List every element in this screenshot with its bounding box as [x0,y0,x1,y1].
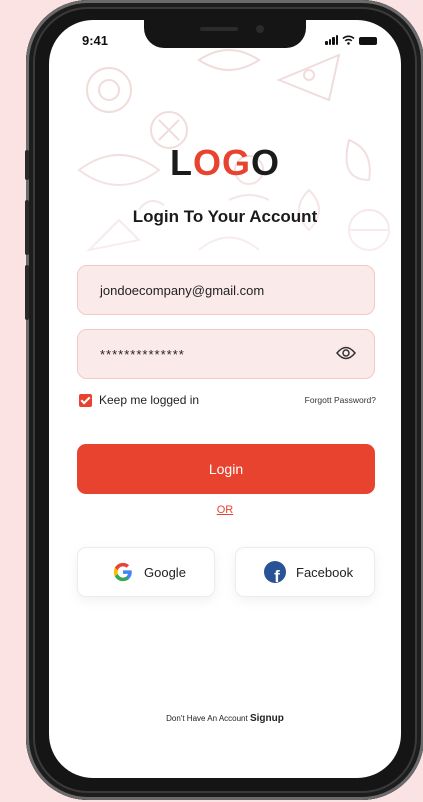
facebook-login-button[interactable]: f Facebook [235,547,375,597]
logo-letter: O [192,142,222,183]
signal-icon [325,35,338,45]
phone-side-button [25,150,29,180]
remember-me[interactable]: Keep me logged in [79,393,199,407]
signup-link[interactable]: Signup [250,713,284,724]
wifi-icon [342,35,355,45]
remember-label: Keep me logged in [99,393,200,407]
login-button[interactable]: Login [77,444,375,494]
signup-prompt-text: Don't Have An Account [166,714,248,723]
password-value: ************** [100,346,185,362]
forgot-password-link[interactable]: Forgott Password? [305,395,376,405]
brand-logo: LOGO [49,142,401,184]
email-field[interactable]: jondoecompany@gmail.com [77,265,375,315]
email-value: jondoecompany@gmail.com [100,282,265,298]
logo-letter: O [251,142,281,183]
signup-prompt: Don't Have An Account Signup [49,713,401,724]
phone-side-button [25,265,29,320]
facebook-label: Facebook [296,564,354,580]
phone-notch [144,20,306,48]
page-title: Login To Your Account [132,207,318,226]
password-field[interactable]: ************** [77,329,375,379]
google-label: Google [144,564,186,580]
login-screen: 9:41 LOGO Login To Your Account jondoeco… [49,20,401,778]
google-login-button[interactable]: Google [77,547,215,597]
status-icons [325,35,377,45]
logo-letter: L [169,142,193,183]
or-divider[interactable]: OR [49,504,401,516]
status-time: 9:41 [82,33,109,48]
eye-icon[interactable] [336,346,356,360]
logo-letter: G [221,142,251,183]
notch-camera [256,25,264,33]
phone-side-button [25,200,29,255]
google-icon [113,562,132,582]
battery-icon [359,37,377,45]
checkbox-checked-icon[interactable] [79,393,92,407]
notch-speaker [200,27,238,31]
facebook-icon: f [264,561,286,583]
